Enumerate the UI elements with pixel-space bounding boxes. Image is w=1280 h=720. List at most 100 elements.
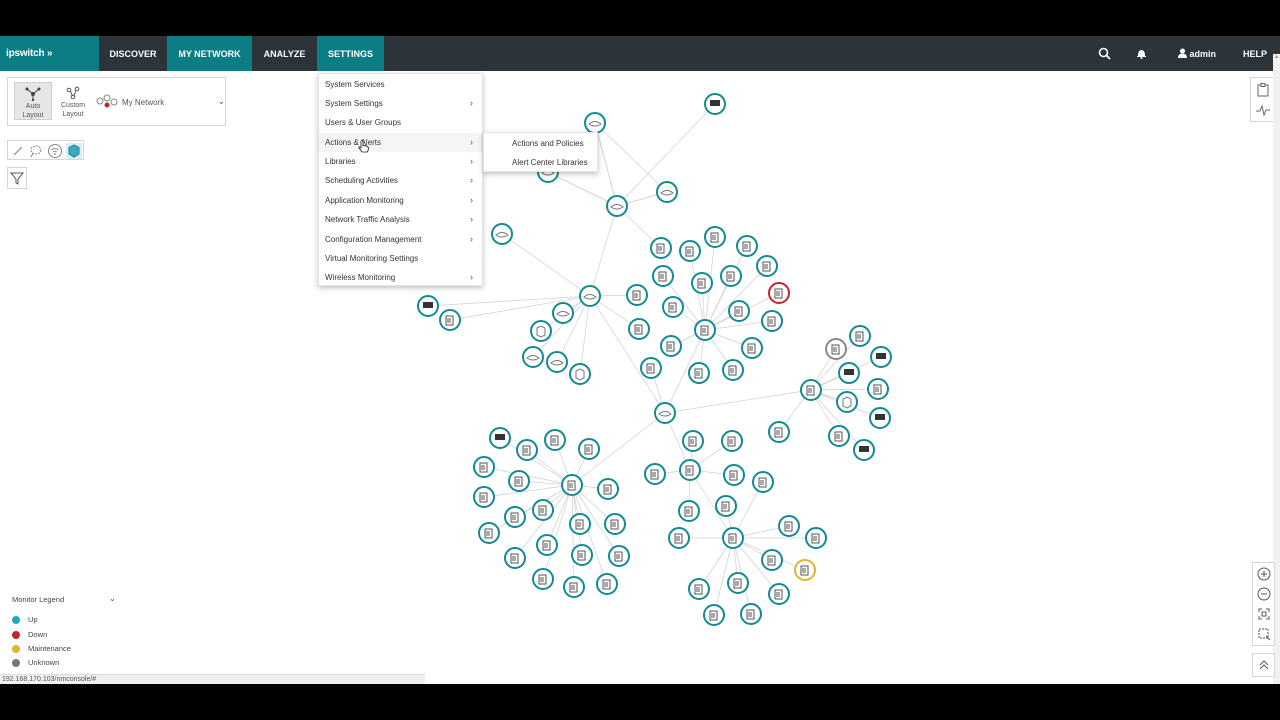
network-device-node[interactable] [704, 93, 726, 115]
network-device-node[interactable] [650, 237, 672, 259]
network-device-node[interactable] [828, 425, 850, 447]
network-device-node[interactable] [867, 378, 889, 400]
network-device-node[interactable] [508, 470, 530, 492]
network-device-node[interactable] [504, 506, 526, 528]
tab-discover[interactable]: DISCOVER [99, 36, 167, 71]
network-device-node[interactable] [736, 235, 758, 257]
network-device-node[interactable] [688, 578, 710, 600]
menu-item-users-groups[interactable]: Users & User Groups [319, 113, 482, 132]
menu-item-actions-alerts[interactable]: Actions & Alerts › [319, 133, 482, 152]
network-device-node[interactable] [694, 319, 716, 341]
network-device-node[interactable] [473, 486, 495, 508]
network-device-node[interactable] [691, 272, 713, 294]
menu-item-app-monitoring[interactable]: Application Monitoring › [319, 191, 482, 210]
network-device-node[interactable] [778, 515, 800, 537]
network-device-node[interactable] [532, 568, 554, 590]
network-device-node[interactable] [608, 545, 630, 567]
network-device-node[interactable] [536, 534, 558, 556]
network-device-node[interactable] [640, 357, 662, 379]
menu-item-system-services[interactable]: System Services [319, 75, 482, 94]
network-device-node[interactable] [569, 363, 591, 385]
menu-item-system-settings[interactable]: System Settings › [319, 94, 482, 113]
network-device-node[interactable] [417, 295, 439, 317]
network-device-node[interactable] [727, 572, 749, 594]
network-device-node[interactable] [869, 407, 891, 429]
network-device-node[interactable] [516, 439, 538, 461]
network-device-node[interactable] [644, 463, 666, 485]
network-device-node[interactable] [768, 282, 790, 304]
device-cube-icon[interactable] [66, 143, 82, 159]
submenu-item-alert-center-libraries[interactable]: Alert Center Libraries [484, 153, 597, 172]
network-device-node[interactable] [761, 549, 783, 571]
custom-layout-button[interactable]: Custom Layout [54, 82, 92, 120]
network-device-node[interactable] [473, 456, 495, 478]
tab-analyze[interactable]: ANALYZE [252, 36, 317, 71]
chevron-down-icon[interactable]: ⌄ [109, 594, 116, 603]
network-device-node[interactable] [761, 310, 783, 332]
scroll-up-icon[interactable]: ▴ [1273, 54, 1280, 61]
pencil-icon[interactable] [10, 143, 26, 159]
network-device-node[interactable] [571, 544, 593, 566]
zoom-out-icon[interactable] [1256, 586, 1272, 602]
network-device-node[interactable] [504, 547, 526, 569]
network-device-node[interactable] [656, 181, 678, 203]
network-device-node[interactable] [768, 421, 790, 443]
network-device-node[interactable] [679, 459, 701, 481]
network-device-node[interactable] [768, 583, 790, 605]
network-device-node[interactable] [800, 379, 822, 401]
network-device-node[interactable] [679, 240, 701, 262]
pulse-icon[interactable] [1255, 102, 1271, 123]
network-device-node[interactable] [569, 513, 591, 535]
user-menu[interactable]: admin [1178, 36, 1216, 71]
network-device-node[interactable] [704, 226, 726, 248]
tab-settings[interactable]: SETTINGS [317, 36, 384, 71]
network-device-node[interactable] [740, 603, 762, 625]
network-device-node[interactable] [579, 285, 601, 307]
network-device-node[interactable] [805, 527, 827, 549]
network-device-node[interactable] [552, 302, 574, 324]
network-device-node[interactable] [597, 478, 619, 500]
network-device-node[interactable] [654, 402, 676, 424]
network-device-node[interactable] [741, 337, 763, 359]
network-device-node[interactable] [678, 500, 700, 522]
network-device-node[interactable] [662, 296, 684, 318]
fit-screen-icon[interactable] [1256, 606, 1272, 622]
network-device-node[interactable] [561, 474, 583, 496]
tab-my-network[interactable]: MY NETWORK [167, 36, 252, 71]
network-device-node[interactable] [606, 195, 628, 217]
help-link[interactable]: HELP [1243, 36, 1267, 71]
network-device-node[interactable] [723, 464, 745, 486]
network-device-node[interactable] [722, 359, 744, 381]
menu-item-traffic-analysis[interactable]: Network Traffic Analysis › [319, 210, 482, 229]
clipboard-icon[interactable] [1255, 82, 1271, 103]
bell-icon[interactable] [1137, 36, 1146, 71]
network-device-node[interactable] [794, 559, 816, 581]
network-device-node[interactable] [722, 527, 744, 549]
lasso-icon[interactable] [28, 143, 44, 159]
network-device-node[interactable] [721, 430, 743, 452]
network-device-node[interactable] [728, 300, 750, 322]
network-device-node[interactable] [682, 430, 704, 452]
submenu-item-actions-policies[interactable]: Actions and Policies [484, 134, 597, 153]
auto-layout-button[interactable]: Auto Layout [14, 82, 52, 120]
filter-button[interactable] [7, 167, 27, 189]
network-device-node[interactable] [715, 495, 737, 517]
network-device-node[interactable] [563, 576, 585, 598]
search-icon[interactable] [1098, 36, 1111, 71]
menu-item-virtual-monitoring[interactable]: Virtual Monitoring Settings [319, 249, 482, 268]
menu-item-wireless-monitoring[interactable]: Wireless Monitoring › [319, 268, 482, 287]
network-device-node[interactable] [668, 527, 690, 549]
network-select[interactable]: My Network ⌄ [96, 92, 226, 112]
network-device-node[interactable] [849, 325, 871, 347]
network-device-node[interactable] [703, 604, 725, 626]
select-area-icon[interactable] [1256, 626, 1272, 642]
network-device-node[interactable] [626, 284, 648, 306]
network-device-node[interactable] [660, 335, 682, 357]
menu-item-config-management[interactable]: Configuration Management › [319, 230, 482, 249]
network-device-node[interactable] [530, 320, 552, 342]
network-device-node[interactable] [544, 429, 566, 451]
network-device-node[interactable] [752, 471, 774, 493]
network-device-node[interactable] [756, 255, 778, 277]
network-device-node[interactable] [688, 362, 710, 384]
network-device-node[interactable] [578, 438, 600, 460]
